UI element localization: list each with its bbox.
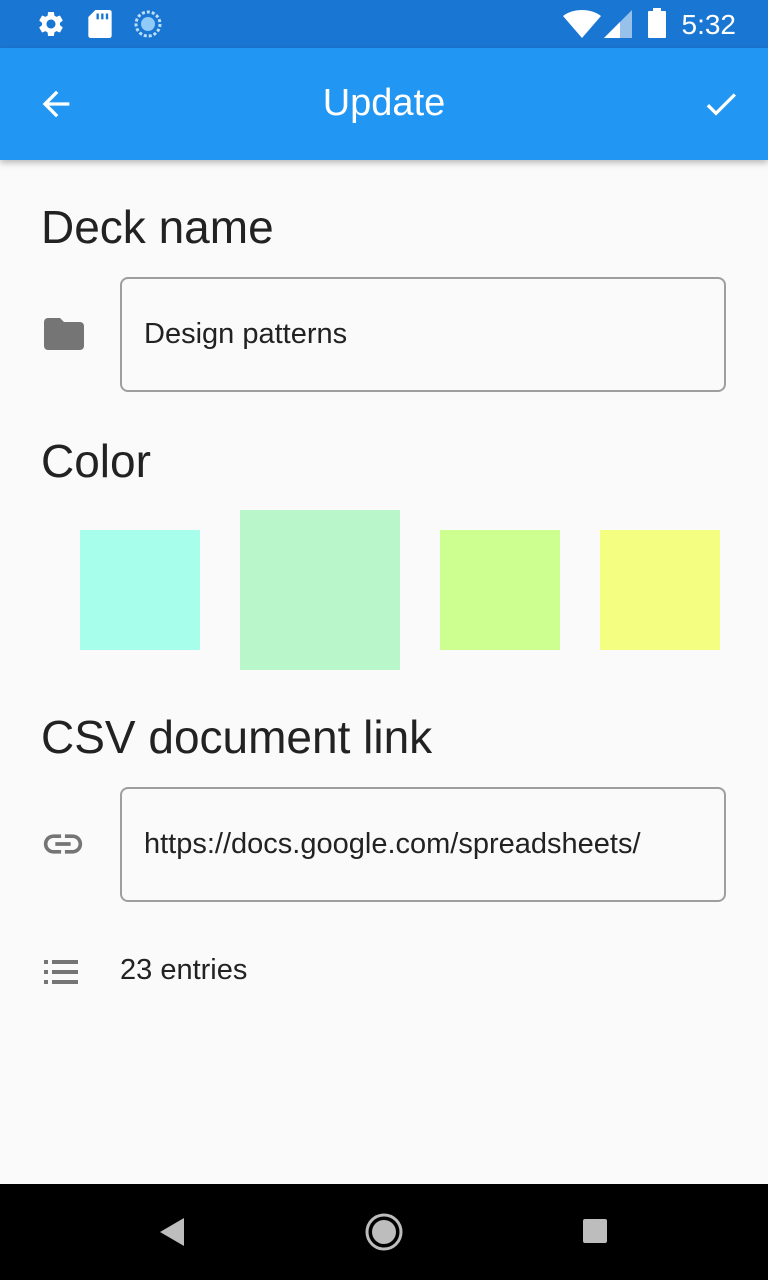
status-time: 5:32 xyxy=(681,9,737,40)
list-icon xyxy=(44,960,78,984)
check-icon[interactable] xyxy=(700,84,742,124)
deck-name-title: Deck name xyxy=(41,201,274,253)
sd-card-icon xyxy=(88,10,112,38)
signal-icon xyxy=(604,10,632,38)
csv-link-field[interactable] xyxy=(120,787,726,902)
csv-link-input[interactable] xyxy=(144,789,704,900)
color-swatch-mint[interactable] xyxy=(80,530,200,650)
back-triangle-icon[interactable] xyxy=(158,1216,186,1248)
color-swatch-green-selected[interactable] xyxy=(240,510,400,670)
link-icon xyxy=(43,834,83,854)
color-swatch-lime[interactable] xyxy=(440,530,560,650)
page-title: Update xyxy=(322,82,446,124)
color-swatch-yellow[interactable] xyxy=(600,530,720,650)
home-circle-icon[interactable] xyxy=(364,1212,404,1252)
folder-icon xyxy=(44,318,84,350)
recents-square-icon[interactable] xyxy=(582,1218,608,1244)
navigation-bar xyxy=(0,1184,768,1280)
settings-icon xyxy=(39,11,63,36)
sync-icon xyxy=(134,10,162,38)
app-bar: Update xyxy=(0,48,768,160)
deck-name-field[interactable] xyxy=(120,277,726,392)
entries-count: 23 entries xyxy=(120,954,248,986)
status-bar: 5:32 xyxy=(0,0,768,48)
csv-link-title: CSV document link xyxy=(41,711,433,763)
color-title: Color xyxy=(41,435,151,487)
battery-icon xyxy=(648,8,666,38)
deck-name-input[interactable] xyxy=(144,279,704,390)
wifi-icon xyxy=(563,10,601,38)
